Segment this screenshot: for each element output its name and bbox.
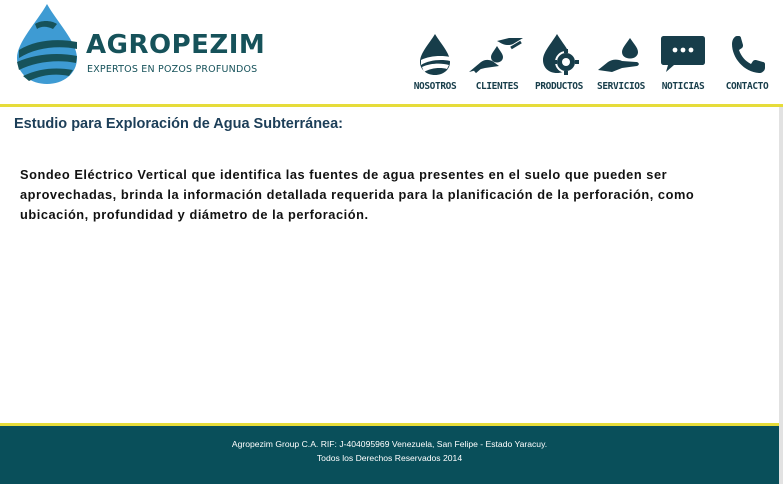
nav-label: CONTACTO bbox=[725, 81, 769, 92]
hands-drop-icon bbox=[467, 32, 527, 76]
service-description: Sondeo Eléctrico Vertical que identifica… bbox=[20, 167, 695, 222]
scrollbar-track[interactable] bbox=[779, 107, 783, 484]
water-drop-icon bbox=[405, 32, 465, 76]
hand-drop-icon bbox=[591, 32, 651, 76]
brand-tagline: EXPERTOS EN POZOS PROFUNDOS bbox=[87, 64, 258, 75]
main-content: Estudio para Exploración de Agua Subterr… bbox=[0, 107, 779, 424]
page-title: Estudio para Exploración de Agua Subterr… bbox=[14, 116, 344, 132]
nav-label: NOTICIAS bbox=[661, 81, 705, 92]
drop-gear-icon bbox=[529, 32, 589, 76]
site-header: AGROPEZIM EXPERTOS EN POZOS PROFUNDOS NO… bbox=[0, 0, 783, 104]
nav-item-contacto[interactable]: CONTACTO bbox=[717, 30, 777, 96]
nav-item-servicios[interactable]: SERVICIOS bbox=[591, 30, 651, 96]
brand-name: AGROPEZIM bbox=[86, 30, 266, 60]
nav-item-noticias[interactable]: NOTICIAS bbox=[653, 30, 713, 96]
nav-item-clientes[interactable]: CLIENTES bbox=[467, 30, 527, 96]
logo-drop-icon bbox=[17, 4, 77, 84]
footer-company-info: Agropezim Group C.A. RIF: J-404095969 Ve… bbox=[231, 439, 548, 449]
phone-icon bbox=[717, 32, 777, 76]
nav-item-nosotros[interactable]: NOSOTROS bbox=[405, 30, 465, 96]
brand-logo[interactable]: AGROPEZIM EXPERTOS EN POZOS PROFUNDOS bbox=[13, 2, 265, 88]
chat-bubble-icon bbox=[653, 32, 713, 76]
footer-copyright: Todos los Derechos Reservados 2014 bbox=[316, 453, 463, 463]
site-footer: Agropezim Group C.A. RIF: J-404095969 Ve… bbox=[0, 426, 779, 484]
nav-item-productos[interactable]: PRODUCTOS bbox=[529, 30, 589, 96]
